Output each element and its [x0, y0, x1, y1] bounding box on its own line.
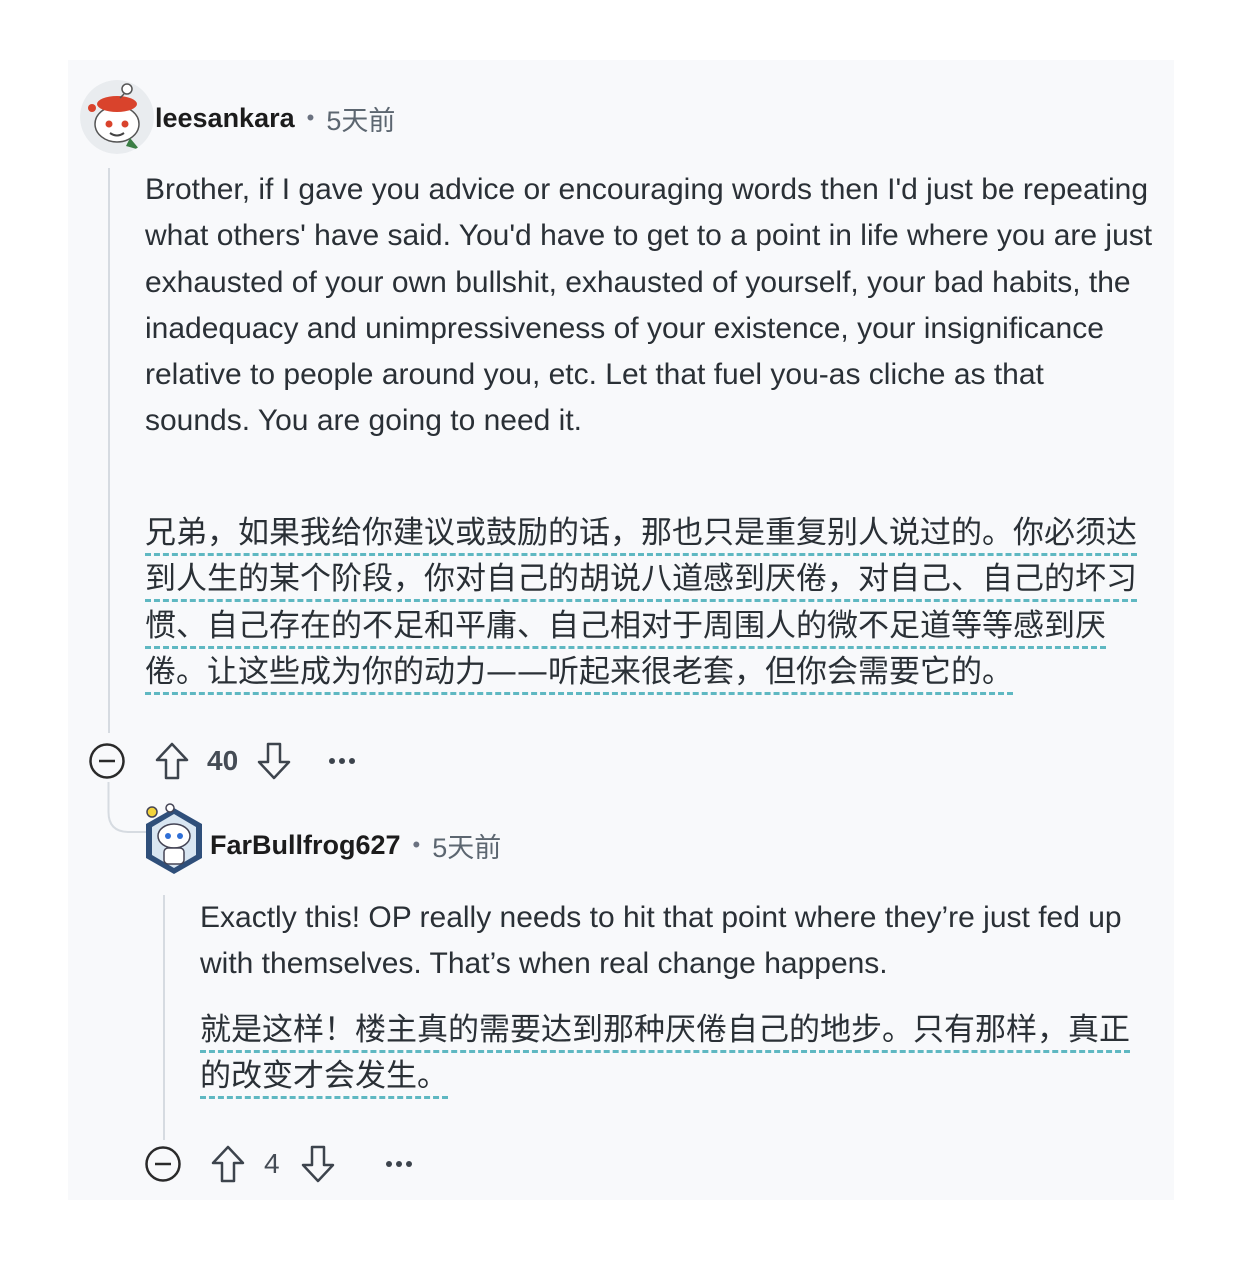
comment-body-translation: 就是这样！楼主真的需要达到那种厌倦自己的地步。只有那样，真正的改变才会发生。	[200, 1007, 1150, 1100]
user-avatar[interactable]	[80, 80, 154, 154]
timestamp: 5天前	[326, 105, 396, 136]
upvote-arrow-icon[interactable]	[154, 741, 190, 781]
user-avatar[interactable]	[140, 802, 208, 880]
upvote-arrow-icon[interactable]	[210, 1144, 246, 1184]
username[interactable]: leesankara	[155, 103, 295, 134]
comment-body-english: Brother, if I gave you advice or encoura…	[145, 173, 1153, 438]
collapse-minus-icon[interactable]	[144, 1145, 182, 1183]
comment-actions: 40	[88, 738, 357, 784]
translation-text: 就是这样！楼主真的需要达到那种厌倦自己的地步。只有那样，真正的改变才会发生。	[200, 1012, 1130, 1100]
comment-header: FarBullfrog627 • 5天前	[210, 825, 501, 865]
more-dots-icon[interactable]	[384, 1144, 414, 1184]
comment-actions: 4	[144, 1141, 414, 1187]
separator-dot: •	[306, 105, 315, 130]
comment-header: leesankara • 5天前	[155, 98, 395, 138]
username[interactable]: FarBullfrog627	[210, 830, 401, 861]
translation-text: 兄弟，如果我给你建议或鼓励的话，那也只是重复别人说过的。你必须达到人生的某个阶段…	[145, 515, 1137, 695]
downvote-arrow-icon[interactable]	[300, 1144, 336, 1184]
thread-line[interactable]	[163, 895, 165, 1140]
vote-count: 40	[207, 745, 239, 776]
thread-line[interactable]	[108, 168, 110, 733]
comment-body-translation: 兄弟，如果我给你建议或鼓励的话，那也只是重复别人说过的。你必须达到人生的某个阶段…	[145, 510, 1157, 695]
separator-dot: •	[412, 832, 421, 857]
downvote-arrow-icon[interactable]	[256, 741, 292, 781]
timestamp: 5天前	[432, 832, 502, 863]
collapse-minus-icon[interactable]	[88, 742, 126, 780]
more-dots-icon[interactable]	[327, 741, 357, 781]
vote-count: 4	[264, 1148, 280, 1179]
comment-body-english: Exactly this! OP really needs to hit tha…	[200, 901, 1122, 981]
